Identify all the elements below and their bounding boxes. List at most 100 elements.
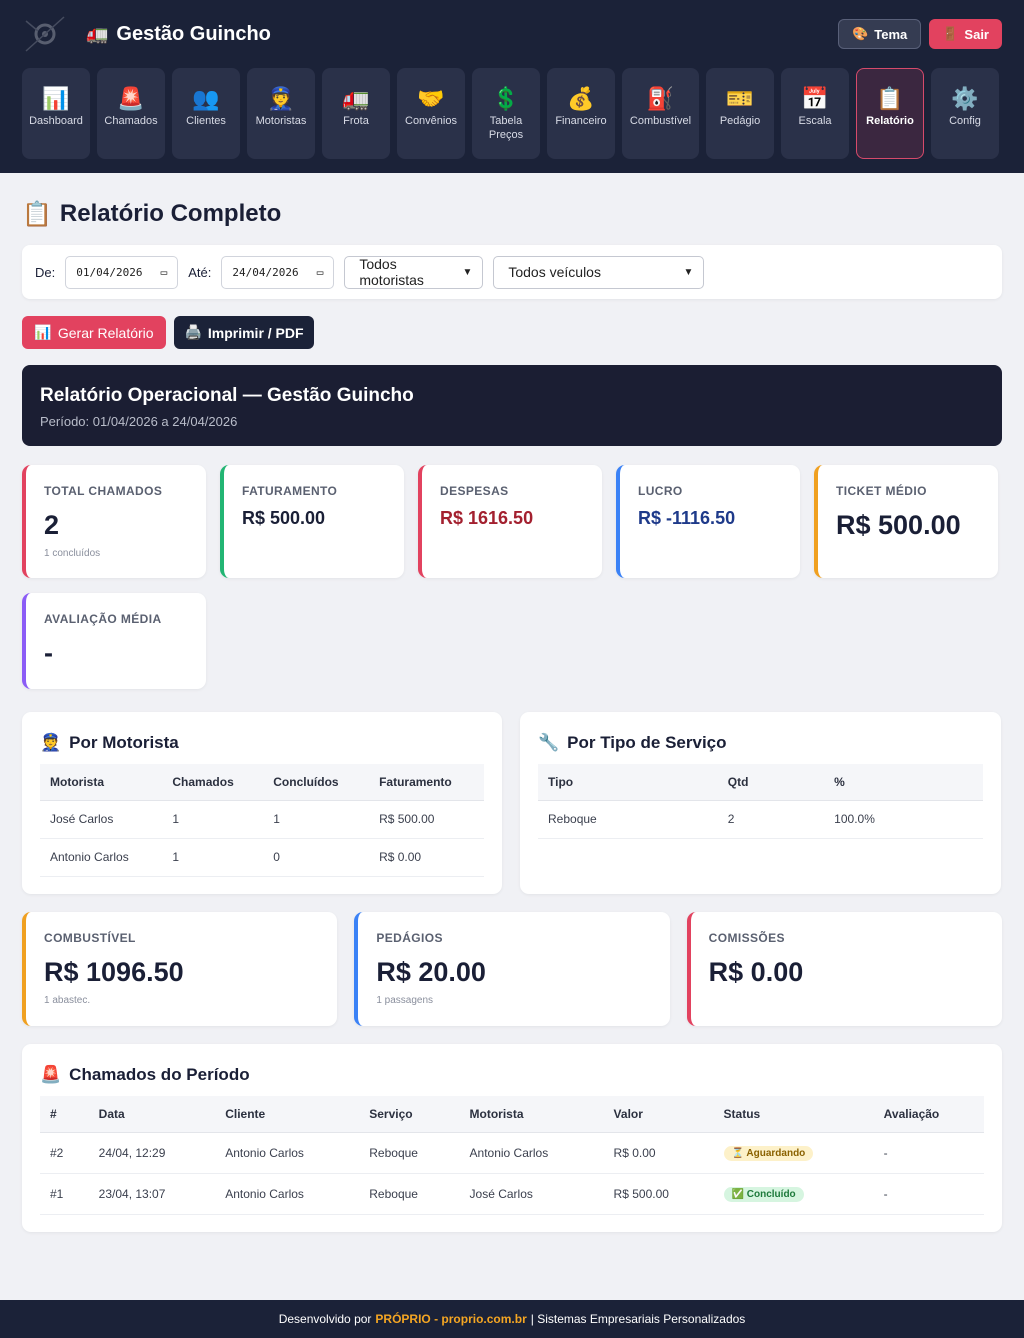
column-header: Avaliação	[873, 1096, 984, 1133]
page-title-text: Relatório Completo	[59, 200, 282, 227]
report-actions: 📊 Gerar Relatório 🖨️ Imprimir / PDF	[22, 316, 1002, 349]
generate-report-button[interactable]: 📊 Gerar Relatório	[22, 316, 166, 349]
table-cell: ✅ Concluído	[713, 1173, 874, 1215]
stat-value: R$ -1116.50	[638, 508, 736, 528]
nav-item-financeiro[interactable]: 💰 Financeiro	[547, 68, 615, 159]
chevron-down-icon: ▼	[683, 266, 694, 278]
theme-button-label: Tema	[874, 26, 908, 42]
nav-icon-frota-icon: 🚛	[342, 86, 370, 111]
nav-item-escala[interactable]: 📅 Escala	[781, 68, 849, 159]
nav-icon-config-icon: ⚙️	[951, 86, 979, 111]
column-header: Cliente	[215, 1096, 360, 1133]
nav-item-frota[interactable]: 🚛 Frota	[322, 68, 390, 159]
date-to-value: 24/04/2026	[232, 265, 299, 279]
status-badge: ✅ Concluído	[723, 1186, 804, 1202]
nav-item-pedagio[interactable]: 🎫 Pedágio	[706, 68, 774, 159]
stat-card: TOTAL CHAMADOS 2 1 concluídos	[22, 465, 206, 578]
nav-item-convenios[interactable]: 🤝 Convênios	[397, 68, 465, 159]
table-header-row: Tipo Qtd%	[538, 764, 983, 801]
nav-item-label: Clientes	[186, 115, 226, 127]
app-title-text: Gestão Guincho	[116, 22, 271, 45]
chart-icon: 📊	[34, 324, 52, 340]
column-header: Valor	[603, 1096, 714, 1133]
table-cell: R$ 500.00	[369, 800, 484, 839]
table-row[interactable]: #1 23/04, 13:07 Antonio Carlos Reboque José …	[40, 1173, 984, 1215]
nav-item-relatorio[interactable]: 📋 Relatório	[856, 68, 924, 159]
calls-title-text: Chamados do Período	[69, 1065, 250, 1084]
app-header: 🚛 Gestão Guincho 🎨 Tema 🚪 Sair 📊 Dashboard 🚨 C…	[0, 0, 1024, 173]
printer-icon: 🖨️	[184, 324, 202, 340]
footer-company-link[interactable]: PRÓPRIO - proprio.com.br	[375, 1312, 526, 1326]
table-cell: José Carlos	[40, 800, 163, 839]
table-cell: Reboque	[359, 1132, 460, 1174]
nav-item-chamados[interactable]: 🚨 Chamados	[97, 68, 165, 159]
table-cell: José Carlos	[459, 1173, 604, 1215]
column-header: Data	[88, 1096, 216, 1133]
footer: Desenvolvido por PRÓPRIO - proprio.com.b…	[0, 1300, 1024, 1338]
table-header-row: Motorista Chamados Concluídos Faturamento	[40, 764, 484, 801]
top-bar: 🚛 Gestão Guincho 🎨 Tema 🚪 Sair	[22, 0, 1002, 68]
nav-item-label: Chamados	[104, 115, 158, 127]
column-header: Concluídos	[263, 764, 370, 801]
date-from-input[interactable]: 01/04/2026 ▭	[65, 255, 179, 289]
stat-label: FATURAMENTO	[242, 484, 338, 498]
stat-label: AVALIAÇÃO MÉDIA	[44, 612, 162, 626]
nav-icon-financeiro-icon: 💰	[567, 86, 595, 111]
nav-item-label: Financeiro	[555, 115, 607, 127]
nav-icon-chamados-icon: 🚨	[117, 86, 145, 111]
nav-item-tabela-precos[interactable]: 💲 Tabela Preços	[472, 68, 540, 159]
nav-item-combustivel[interactable]: ⛽ Combustível	[622, 68, 699, 159]
stat-value: R$ 500.00	[242, 508, 326, 528]
table-row[interactable]: #2 24/04, 12:29 Antonio Carlos Reboque Anton…	[40, 1132, 984, 1174]
column-header: #	[40, 1096, 89, 1133]
column-header: Motorista	[459, 1096, 604, 1133]
nav-icon-motoristas-icon: 👮	[267, 86, 295, 111]
door-icon: 🚪	[942, 26, 959, 41]
table-cell: Reboque	[359, 1173, 460, 1215]
by-driver-panel: 👮 Por Motorista Motorista Chamados Concluíd…	[22, 712, 502, 894]
nav-item-config[interactable]: ⚙️ Config	[931, 68, 999, 159]
stat-value: 2	[44, 510, 60, 540]
nav-item-label: Tabela Preços	[488, 115, 524, 141]
nav-item-label: Pedágio	[719, 115, 761, 127]
main-content: 📋 Relatório Completo De: 01/04/2026 ▭ Até:…	[0, 199, 1024, 1232]
cost-label: PEDÁGIOS	[376, 931, 443, 945]
nav-icon-convenios-icon: 🤝	[417, 86, 445, 111]
vehicle-select[interactable]: Todos veículos ▼	[493, 255, 705, 289]
print-pdf-button[interactable]: 🖨️ Imprimir / PDF	[174, 316, 314, 349]
table-cell: #1	[40, 1173, 89, 1215]
nav-item-dashboard[interactable]: 📊 Dashboard	[22, 68, 90, 159]
stat-label: DESPESAS	[440, 484, 509, 498]
driver-select[interactable]: Todos motoristas ▼	[344, 255, 484, 289]
table-cell: Antonio Carlos	[459, 1132, 604, 1174]
by-driver-table: Motorista Chamados Concluídos Faturamento J…	[40, 764, 484, 877]
cost-stats: COMBUSTÍVEL R$ 1096.50 1 abastec. PEDÁGIOS R…	[22, 912, 1002, 1026]
filter-bar: De: 01/04/2026 ▭ Até: 24/04/2026 ▭ Todos m…	[22, 245, 1002, 299]
nav-item-label: Relatório	[866, 115, 914, 127]
nav-item-label: Frota	[343, 115, 369, 127]
theme-button[interactable]: 🎨 Tema	[838, 19, 922, 49]
table-cell: R$ 0.00	[369, 838, 484, 877]
nav-item-motoristas[interactable]: 👮 Motoristas	[247, 68, 315, 159]
chevron-down-icon: ▼	[462, 266, 473, 278]
stat-label: TOTAL CHAMADOS	[44, 484, 163, 498]
nav-item-label: Dashboard	[29, 115, 83, 127]
date-from-value: 01/04/2026	[76, 265, 143, 279]
stat-card: LUCRO R$ -1116.50	[616, 465, 800, 578]
date-to-label: Até:	[188, 264, 212, 280]
vehicle-select-value: Todos veículos	[508, 264, 601, 280]
report-period: Período: 01/04/2026 a 24/04/2026	[40, 414, 238, 429]
table-cell: 2	[717, 800, 825, 839]
cost-card: COMISSÕES R$ 0.00	[686, 912, 1002, 1026]
cost-label: COMBUSTÍVEL	[44, 931, 136, 945]
logout-button[interactable]: 🚪 Sair	[929, 19, 1002, 49]
clipboard-icon: 📋	[22, 200, 52, 228]
by-service-table: Tipo Qtd% Reboque 2 100.0%	[538, 764, 983, 839]
cost-value: R$ 1096.50	[44, 957, 184, 987]
stat-value: R$ 1616.50	[440, 508, 534, 528]
stat-label: LUCRO	[638, 484, 683, 498]
date-to-input[interactable]: 24/04/2026 ▭	[221, 255, 335, 289]
table-cell: -	[873, 1132, 984, 1174]
nav-item-clientes[interactable]: 👥 Clientes	[172, 68, 240, 159]
table-row: Reboque 2 100.0%	[538, 800, 983, 839]
